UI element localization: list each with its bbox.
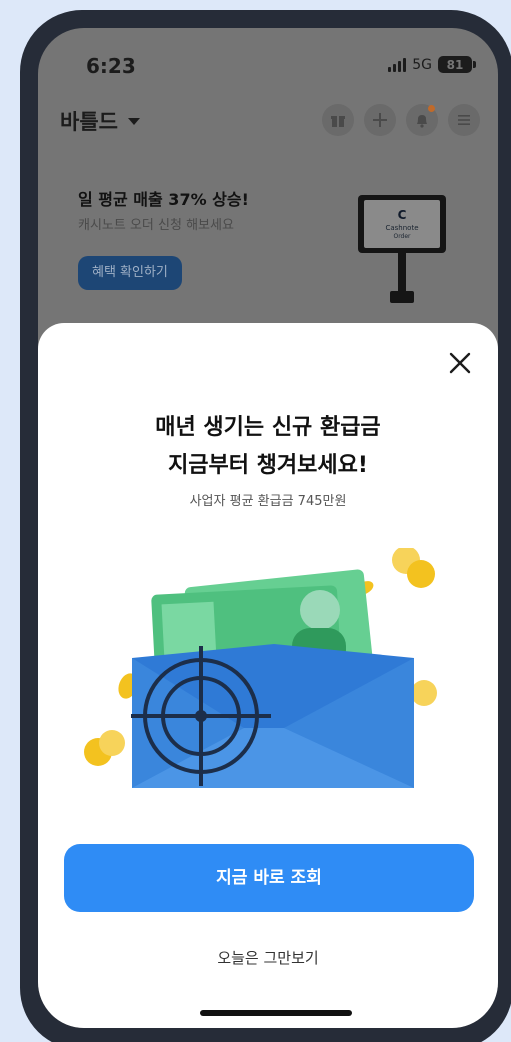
store-name: 바틀드: [60, 110, 118, 134]
phone-screen: 6:23 5G 81 바틀드 일 평균 매출 37% 상승! 캐시노트 오더 신…: [38, 28, 498, 1028]
dismiss-today-link[interactable]: 오늘은 그만보기: [38, 947, 498, 968]
modal-subtitle: 사업자 평균 환급금 745만원: [189, 494, 347, 509]
check-now-button[interactable]: 지금 바로 조회: [64, 844, 474, 912]
battery-level: 81: [446, 57, 464, 72]
bell-icon[interactable]: [406, 104, 438, 136]
device-label-text: Order: [393, 233, 411, 240]
banner-title: 일 평균 매출 37% 상승!: [78, 190, 249, 209]
battery-icon: 81: [438, 56, 476, 73]
header-actions: [322, 104, 480, 136]
chevron-down-icon: [127, 117, 140, 125]
status-indicators: 5G 81: [388, 56, 476, 73]
store-selector[interactable]: 바틀드: [60, 106, 140, 136]
menu-icon[interactable]: [448, 104, 480, 136]
banner-subtitle: 캐시노트 오더 신청 해보세요: [78, 218, 234, 233]
coin-right-mid: [411, 680, 437, 706]
device-brand-text: Cashnote: [385, 224, 418, 232]
banknote-portrait-head: [300, 590, 340, 630]
notification-dot: [428, 105, 435, 112]
svg-text:C: C: [398, 208, 407, 222]
gift-icon[interactable]: [322, 104, 354, 136]
plus-icon[interactable]: [364, 104, 396, 136]
coin-bottom-left-front: [99, 730, 125, 756]
modal-title-line2: 지금부터 챙겨보세요!: [168, 453, 368, 478]
refund-modal: 매년 생기는 신규 환급금 지금부터 챙겨보세요! 사업자 평균 환급금 745…: [38, 323, 498, 1028]
order-device-image: C Cashnote Order: [358, 195, 446, 303]
signal-icon: [388, 57, 407, 72]
close-icon[interactable]: [446, 349, 474, 377]
status-time: 6:23: [86, 54, 136, 78]
home-indicator: [200, 1010, 352, 1016]
modal-title-line1: 매년 생기는 신규 환급금: [155, 415, 381, 440]
refund-envelope-illustration: [84, 548, 437, 788]
modal-title: 매년 생기는 신규 환급금 지금부터 챙겨보세요!: [38, 409, 498, 485]
banner-benefit-button[interactable]: 혜택 확인하기: [78, 256, 182, 290]
network-type: 5G: [412, 56, 432, 73]
coin-top-right-front: [407, 560, 435, 588]
